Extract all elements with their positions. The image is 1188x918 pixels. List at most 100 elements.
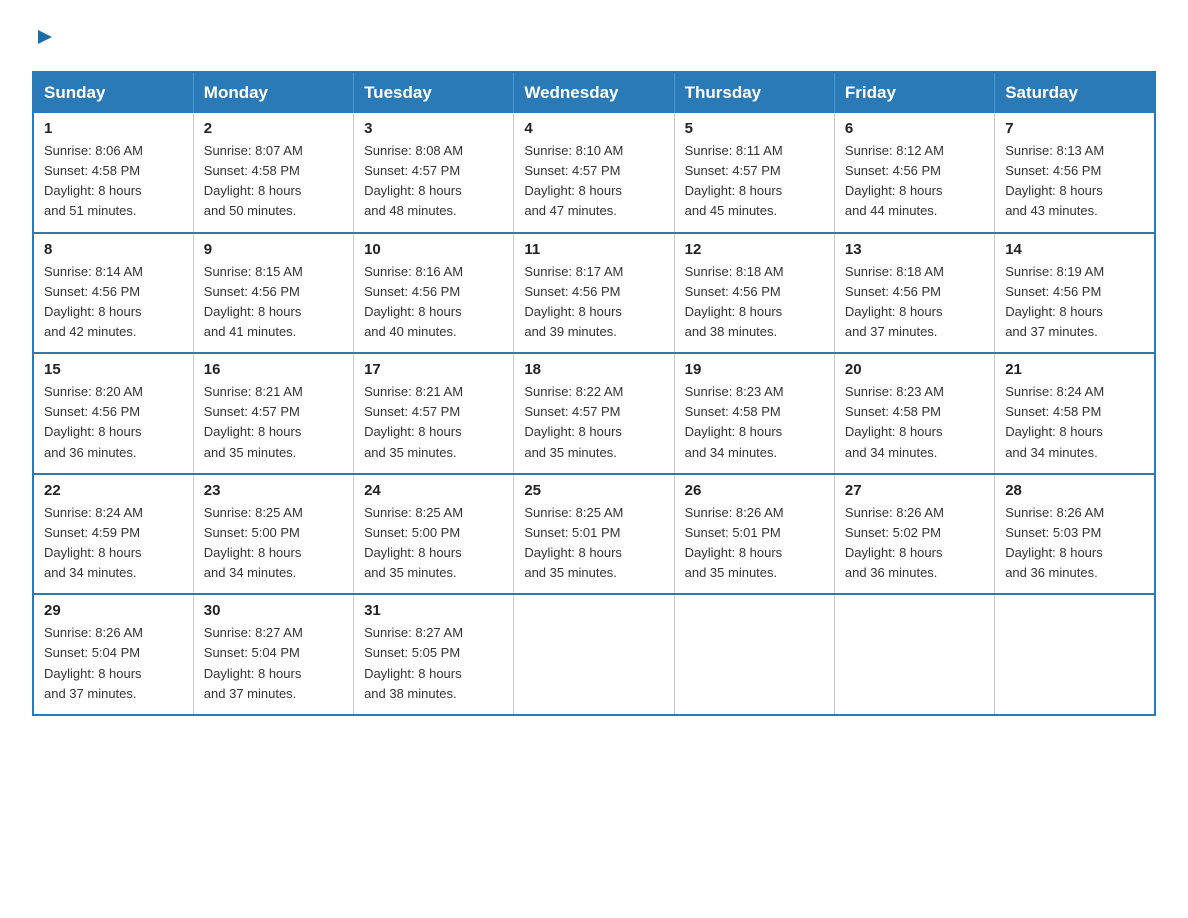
day-info: Sunrise: 8:25 AMSunset: 5:01 PMDaylight:…: [524, 505, 623, 580]
day-number: 5: [685, 120, 824, 137]
col-saturday: Saturday: [995, 72, 1155, 113]
day-number: 25: [524, 482, 663, 499]
day-info: Sunrise: 8:16 AMSunset: 4:56 PMDaylight:…: [364, 264, 463, 339]
day-number: 11: [524, 241, 663, 258]
day-info: Sunrise: 8:19 AMSunset: 4:56 PMDaylight:…: [1005, 264, 1104, 339]
day-info: Sunrise: 8:23 AMSunset: 4:58 PMDaylight:…: [845, 384, 944, 459]
table-row: 30 Sunrise: 8:27 AMSunset: 5:04 PMDayligh…: [193, 594, 353, 715]
day-info: Sunrise: 8:22 AMSunset: 4:57 PMDaylight:…: [524, 384, 623, 459]
day-info: Sunrise: 8:25 AMSunset: 5:00 PMDaylight:…: [204, 505, 303, 580]
day-number: 12: [685, 241, 824, 258]
day-info: Sunrise: 8:26 AMSunset: 5:04 PMDaylight:…: [44, 625, 143, 700]
col-tuesday: Tuesday: [354, 72, 514, 113]
day-number: 23: [204, 482, 343, 499]
table-row: 19 Sunrise: 8:23 AMSunset: 4:58 PMDayligh…: [674, 353, 834, 474]
day-number: 20: [845, 361, 984, 378]
table-row: [514, 594, 674, 715]
col-monday: Monday: [193, 72, 353, 113]
day-number: 7: [1005, 120, 1144, 137]
day-number: 16: [204, 361, 343, 378]
table-row: [995, 594, 1155, 715]
table-row: 15 Sunrise: 8:20 AMSunset: 4:56 PMDayligh…: [33, 353, 193, 474]
day-number: 1: [44, 120, 183, 137]
day-number: 9: [204, 241, 343, 258]
table-row: 11 Sunrise: 8:17 AMSunset: 4:56 PMDayligh…: [514, 233, 674, 354]
day-info: Sunrise: 8:26 AMSunset: 5:03 PMDaylight:…: [1005, 505, 1104, 580]
table-row: 10 Sunrise: 8:16 AMSunset: 4:56 PMDayligh…: [354, 233, 514, 354]
table-row: 31 Sunrise: 8:27 AMSunset: 5:05 PMDayligh…: [354, 594, 514, 715]
day-number: 13: [845, 241, 984, 258]
day-number: 17: [364, 361, 503, 378]
day-number: 30: [204, 602, 343, 619]
day-number: 14: [1005, 241, 1144, 258]
table-row: 25 Sunrise: 8:25 AMSunset: 5:01 PMDayligh…: [514, 474, 674, 595]
day-number: 24: [364, 482, 503, 499]
day-info: Sunrise: 8:26 AMSunset: 5:01 PMDaylight:…: [685, 505, 784, 580]
day-number: 4: [524, 120, 663, 137]
day-number: 29: [44, 602, 183, 619]
col-sunday: Sunday: [33, 72, 193, 113]
table-row: 17 Sunrise: 8:21 AMSunset: 4:57 PMDayligh…: [354, 353, 514, 474]
table-row: 3 Sunrise: 8:08 AMSunset: 4:57 PMDaylight…: [354, 113, 514, 233]
table-row: 27 Sunrise: 8:26 AMSunset: 5:02 PMDayligh…: [834, 474, 994, 595]
day-info: Sunrise: 8:18 AMSunset: 4:56 PMDaylight:…: [685, 264, 784, 339]
calendar-header-row: Sunday Monday Tuesday Wednesday Thursday…: [33, 72, 1155, 113]
col-friday: Friday: [834, 72, 994, 113]
day-info: Sunrise: 8:15 AMSunset: 4:56 PMDaylight:…: [204, 264, 303, 339]
day-info: Sunrise: 8:24 AMSunset: 4:59 PMDaylight:…: [44, 505, 143, 580]
calendar-week-row: 1 Sunrise: 8:06 AMSunset: 4:58 PMDaylight…: [33, 113, 1155, 233]
day-number: 22: [44, 482, 183, 499]
day-info: Sunrise: 8:25 AMSunset: 5:00 PMDaylight:…: [364, 505, 463, 580]
day-info: Sunrise: 8:23 AMSunset: 4:58 PMDaylight:…: [685, 384, 784, 459]
day-info: Sunrise: 8:07 AMSunset: 4:58 PMDaylight:…: [204, 143, 303, 218]
table-row: 4 Sunrise: 8:10 AMSunset: 4:57 PMDaylight…: [514, 113, 674, 233]
day-number: 18: [524, 361, 663, 378]
table-row: 26 Sunrise: 8:26 AMSunset: 5:01 PMDayligh…: [674, 474, 834, 595]
day-info: Sunrise: 8:27 AMSunset: 5:05 PMDaylight:…: [364, 625, 463, 700]
day-info: Sunrise: 8:21 AMSunset: 4:57 PMDaylight:…: [204, 384, 303, 459]
table-row: 22 Sunrise: 8:24 AMSunset: 4:59 PMDayligh…: [33, 474, 193, 595]
day-info: Sunrise: 8:10 AMSunset: 4:57 PMDaylight:…: [524, 143, 623, 218]
day-number: 19: [685, 361, 824, 378]
day-info: Sunrise: 8:17 AMSunset: 4:56 PMDaylight:…: [524, 264, 623, 339]
calendar-table: Sunday Monday Tuesday Wednesday Thursday…: [32, 71, 1156, 716]
table-row: 7Sunrise: 8:13 AMSunset: 4:56 PMDaylight…: [995, 113, 1155, 233]
table-row: 18 Sunrise: 8:22 AMSunset: 4:57 PMDayligh…: [514, 353, 674, 474]
day-number: 3: [364, 120, 503, 137]
day-number: 2: [204, 120, 343, 137]
table-row: 28 Sunrise: 8:26 AMSunset: 5:03 PMDayligh…: [995, 474, 1155, 595]
calendar-week-row: 22 Sunrise: 8:24 AMSunset: 4:59 PMDayligh…: [33, 474, 1155, 595]
day-number: 10: [364, 241, 503, 258]
table-row: 29 Sunrise: 8:26 AMSunset: 5:04 PMDayligh…: [33, 594, 193, 715]
table-row: 23 Sunrise: 8:25 AMSunset: 5:00 PMDayligh…: [193, 474, 353, 595]
day-info: Sunrise: 8:11 AMSunset: 4:57 PMDaylight:…: [685, 143, 783, 218]
day-info: Sunrise: 8:27 AMSunset: 5:04 PMDaylight:…: [204, 625, 303, 700]
day-info: Sunrise: 8:06 AMSunset: 4:58 PMDaylight:…: [44, 143, 143, 218]
calendar-week-row: 29 Sunrise: 8:26 AMSunset: 5:04 PMDayligh…: [33, 594, 1155, 715]
table-row: 6 Sunrise: 8:12 AMSunset: 4:56 PMDaylight…: [834, 113, 994, 233]
table-row: 8Sunrise: 8:14 AMSunset: 4:56 PMDaylight…: [33, 233, 193, 354]
day-info: Sunrise: 8:26 AMSunset: 5:02 PMDaylight:…: [845, 505, 944, 580]
day-number: 15: [44, 361, 183, 378]
table-row: 13Sunrise: 8:18 AMSunset: 4:56 PMDayligh…: [834, 233, 994, 354]
day-number: 6: [845, 120, 984, 137]
table-row: [674, 594, 834, 715]
day-number: 26: [685, 482, 824, 499]
logo-arrow-icon: [34, 26, 56, 53]
day-info: Sunrise: 8:20 AMSunset: 4:56 PMDaylight:…: [44, 384, 143, 459]
logo: [32, 24, 56, 53]
day-number: 21: [1005, 361, 1144, 378]
col-thursday: Thursday: [674, 72, 834, 113]
day-info: Sunrise: 8:08 AMSunset: 4:57 PMDaylight:…: [364, 143, 463, 218]
table-row: 16 Sunrise: 8:21 AMSunset: 4:57 PMDayligh…: [193, 353, 353, 474]
day-info: Sunrise: 8:12 AMSunset: 4:56 PMDaylight:…: [845, 143, 944, 218]
table-row: 24 Sunrise: 8:25 AMSunset: 5:00 PMDayligh…: [354, 474, 514, 595]
day-info: Sunrise: 8:24 AMSunset: 4:58 PMDaylight:…: [1005, 384, 1104, 459]
day-number: 31: [364, 602, 503, 619]
day-number: 28: [1005, 482, 1144, 499]
table-row: 12 Sunrise: 8:18 AMSunset: 4:56 PMDayligh…: [674, 233, 834, 354]
table-row: 9 Sunrise: 8:15 AMSunset: 4:56 PMDaylight…: [193, 233, 353, 354]
day-number: 27: [845, 482, 984, 499]
day-info: Sunrise: 8:14 AMSunset: 4:56 PMDaylight:…: [44, 264, 143, 339]
day-info: Sunrise: 8:21 AMSunset: 4:57 PMDaylight:…: [364, 384, 463, 459]
